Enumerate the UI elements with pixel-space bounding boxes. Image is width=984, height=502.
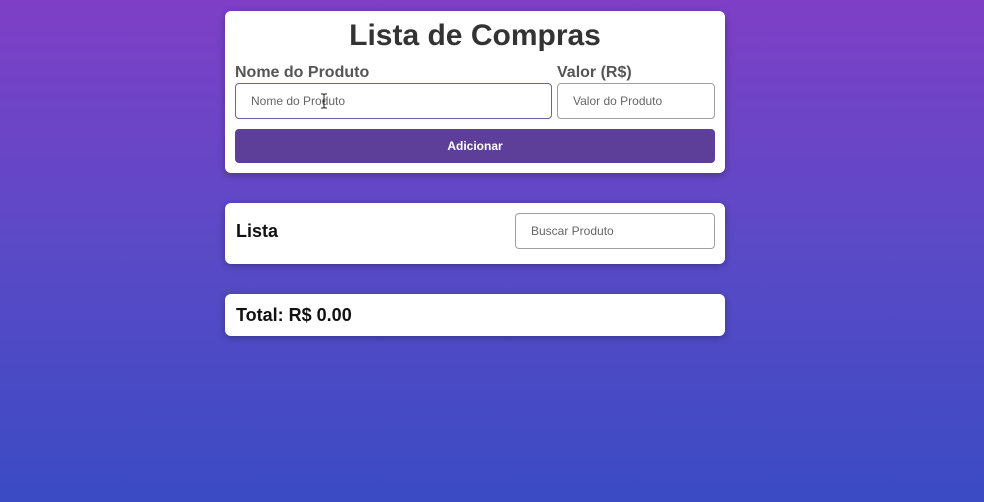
product-name-input[interactable] — [235, 83, 552, 119]
list-heading: Lista — [236, 221, 279, 241]
add-product-card: Lista de Compras Nome do Produto Valor (… — [225, 11, 725, 173]
product-price-label: Valor (R$) — [557, 64, 632, 81]
total-card: Total: R$ 0.00 — [225, 294, 725, 336]
search-product-input[interactable] — [515, 213, 715, 249]
product-name-label: Nome do Produto — [235, 64, 370, 81]
text-cursor-icon — [321, 93, 327, 109]
add-button[interactable]: Adicionar — [235, 129, 715, 163]
page-title: Lista de Compras — [349, 19, 601, 52]
total-amount: Total: R$ 0.00 — [236, 305, 352, 325]
product-list-card: Lista — [225, 203, 725, 264]
product-price-input[interactable] — [557, 83, 715, 119]
